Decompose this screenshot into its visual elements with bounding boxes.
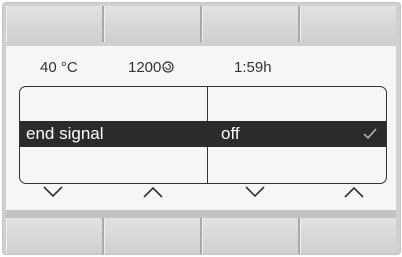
bottom-button-2[interactable] xyxy=(104,218,202,254)
temperature-readout: 40 °C xyxy=(40,59,78,76)
top-button-1[interactable] xyxy=(6,6,104,42)
setting-panel: end signal off xyxy=(19,86,387,184)
spin-speed-value: 1200 xyxy=(128,59,162,76)
top-button-3[interactable] xyxy=(202,6,300,42)
top-button-4[interactable] xyxy=(300,6,396,42)
scroll-up-arrow-left-icon[interactable] xyxy=(142,185,164,199)
top-button-2[interactable] xyxy=(104,6,202,42)
check-icon xyxy=(363,128,377,139)
display-screen: 40 °C 1200 1:59h end signal off xyxy=(6,46,396,212)
spin-icon xyxy=(162,61,174,73)
top-button-row xyxy=(6,6,396,42)
scroll-down-arrow-right-icon[interactable] xyxy=(244,185,266,199)
selected-value-label: off xyxy=(221,124,240,143)
bottom-button-3[interactable] xyxy=(202,218,300,254)
bottom-strip xyxy=(6,210,396,218)
bottom-button-1[interactable] xyxy=(6,218,104,254)
scroll-up-arrow-right-icon[interactable] xyxy=(343,185,365,199)
scroll-down-arrow-left-icon[interactable] xyxy=(42,185,64,199)
bottom-button-row xyxy=(6,218,396,254)
bottom-button-4[interactable] xyxy=(300,218,396,254)
spin-speed-readout: 1200 xyxy=(128,59,174,76)
selected-setting-label: end signal xyxy=(26,124,104,143)
time-remaining-readout: 1:59h xyxy=(234,59,272,76)
